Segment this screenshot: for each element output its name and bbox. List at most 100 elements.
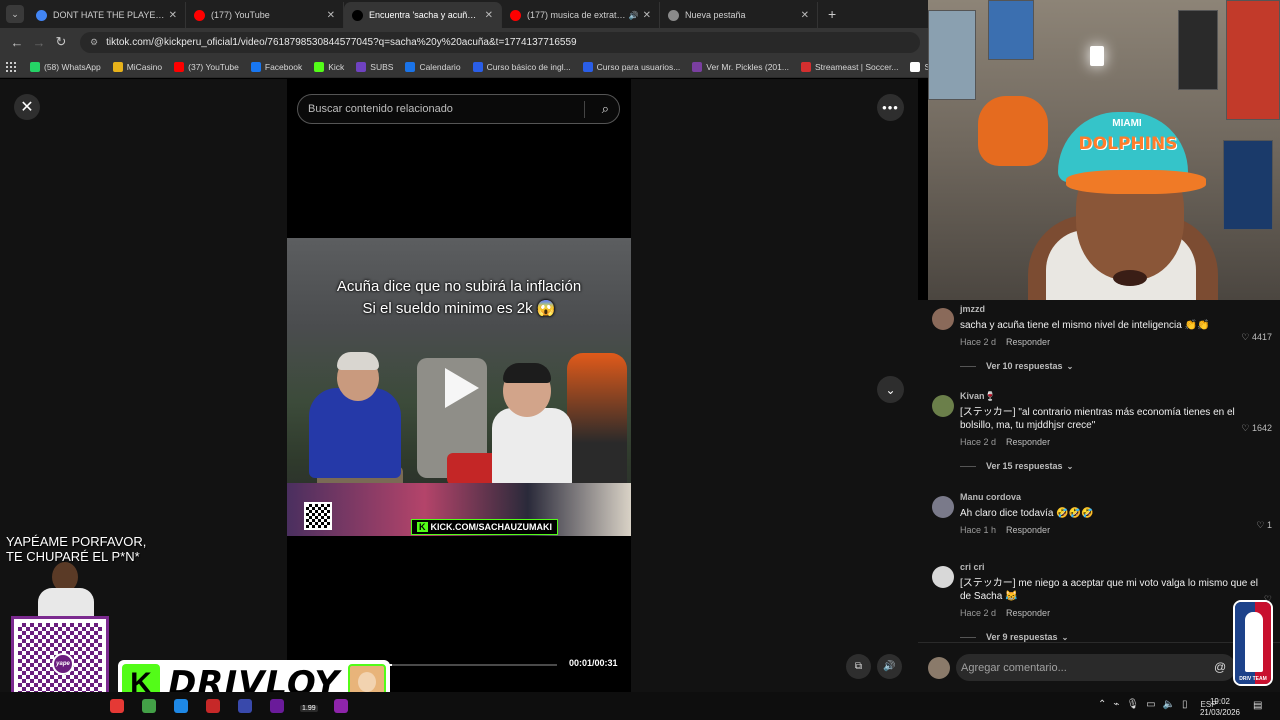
- taskbar-app-icon[interactable]: [334, 699, 348, 713]
- tab-audio-icon[interactable]: 🔊: [629, 11, 639, 20]
- bookmark-item[interactable]: Curso básico de ingl...: [472, 61, 571, 72]
- man-left-hair: [337, 352, 379, 370]
- comment-text: sacha y acuña tiene el mismo nivel de in…: [960, 320, 1210, 331]
- taskbar: [0, 692, 1280, 720]
- progress-bar[interactable]: [387, 664, 557, 666]
- site-info-icon[interactable]: ⚙: [90, 37, 98, 48]
- taskbar-app-icon[interactable]: [110, 699, 124, 713]
- reload-button[interactable]: ↻: [50, 34, 72, 50]
- comment-username[interactable]: jmzzd: [960, 304, 1270, 317]
- comment-avatar[interactable]: [932, 566, 954, 588]
- reply-button[interactable]: Responder: [1006, 337, 1050, 347]
- bookmark-item[interactable]: SUBS: [356, 61, 393, 72]
- view-replies-button[interactable]: Ver 15 respuestas ⌄: [960, 461, 1270, 471]
- bookmark-item[interactable]: (37) YouTube: [174, 61, 239, 72]
- new-tab-button[interactable]: +: [828, 6, 836, 22]
- bookmark-item[interactable]: Streameast | Soccer...: [800, 61, 898, 72]
- apps-grid-icon[interactable]: [6, 61, 16, 72]
- next-video-button[interactable]: ⌄: [877, 376, 904, 403]
- comment-avatar[interactable]: [932, 395, 954, 417]
- taskbar-app-icon[interactable]: [270, 699, 284, 713]
- related-search-input[interactable]: Buscar contenido relacionado ⌕: [297, 94, 620, 124]
- video-player[interactable]: Acuña dice que no subirá la inflación Si…: [287, 238, 631, 536]
- comment-text: Ah claro dice todavía 🤣🤣🤣: [960, 508, 1094, 519]
- view-replies-label: Ver 9 respuestas: [986, 632, 1058, 642]
- picture-in-picture-button[interactable]: ⧉: [846, 654, 871, 679]
- bookmark-item[interactable]: Ver Mr. Pickles (201...: [692, 61, 789, 72]
- tab-close-icon[interactable]: ✕: [327, 10, 335, 21]
- taskbar-app-icon[interactable]: [174, 699, 188, 713]
- tray-chevron-icon[interactable]: ⌃: [1098, 699, 1106, 710]
- bookmark-item[interactable]: (58) WhatsApp: [30, 61, 101, 72]
- notification-icon[interactable]: ▤: [1253, 700, 1262, 711]
- close-video-button[interactable]: ✕: [14, 94, 40, 120]
- video-caption-line1: Acuña dice que no subirá la inflación: [336, 278, 582, 295]
- subs-icon: [356, 61, 367, 72]
- video-qr-code: [304, 502, 332, 530]
- mic-icon[interactable]: 🎙: [1126, 699, 1139, 710]
- like-button[interactable]: ♡ 1: [1256, 520, 1272, 531]
- play-icon[interactable]: [445, 368, 479, 408]
- comment-input[interactable]: Agregar comentario...: [956, 654, 1236, 681]
- browser-tab[interactable]: DONT HATE THE PLAYER - Busc ✕: [28, 2, 186, 28]
- heart-icon: ♡: [1241, 332, 1252, 342]
- bookmark-item[interactable]: Kick: [314, 61, 344, 72]
- speaker-icon[interactable]: 🔈: [1163, 699, 1175, 710]
- comment-meta: Hace 1 h Responder: [960, 525, 1270, 535]
- comment-body: jmzzd sacha y acuña tiene el mismo nivel …: [960, 304, 1270, 371]
- stream-icon: [800, 61, 811, 72]
- view-replies-button[interactable]: Ver 10 respuestas ⌄: [960, 361, 1270, 371]
- tab-search-button[interactable]: ⌄: [6, 5, 24, 23]
- taskbar-app-icon[interactable]: [142, 699, 156, 713]
- ceiling-light: [1090, 46, 1104, 66]
- taskbar-app-icon[interactable]: [238, 699, 252, 713]
- forward-button[interactable]: →: [28, 35, 50, 50]
- kick-tag-text: KICK.COM/SACHAUZUMAKI: [430, 522, 553, 532]
- wifi-icon[interactable]: ▭: [1146, 699, 1155, 710]
- comment-body: Manu cordova Ah claro dice todavía 🤣🤣🤣 Hac…: [960, 492, 1270, 535]
- system-clock[interactable]: 19:02 21/03/2026: [1198, 696, 1242, 718]
- taskbar-app-icon[interactable]: [206, 699, 220, 713]
- browser-tab[interactable]: (177) musica de extraterres🔊 ✕: [502, 2, 660, 28]
- bookmark-item[interactable]: Facebook: [250, 61, 302, 72]
- bookmark-label: Calendario: [419, 61, 461, 72]
- bookmark-label: Ver Mr. Pickles (201...: [706, 61, 789, 72]
- tab-close-icon[interactable]: ✕: [485, 10, 493, 21]
- user-avatar: [928, 657, 950, 679]
- more-options-button[interactable]: •••: [877, 94, 904, 121]
- comment-meta: Hace 2 d Responder: [960, 437, 1270, 447]
- like-count: 1642: [1251, 423, 1272, 433]
- network-icon[interactable]: ⌁: [1113, 699, 1119, 710]
- comment-time: Hace 2 d: [960, 437, 997, 447]
- tab-title: (177) musica de extraterres: [527, 10, 626, 20]
- bookmark-item[interactable]: MiCasino: [112, 61, 162, 72]
- volume-button[interactable]: 🔊: [877, 654, 902, 679]
- address-bar[interactable]: ⚙ tiktok.com/@kickperu_oficial1/video/76…: [80, 31, 920, 53]
- mention-icon[interactable]: @: [1214, 660, 1226, 674]
- comment-username[interactable]: cri cri: [960, 562, 1270, 575]
- tab-title: DONT HATE THE PLAYER - Busc: [53, 10, 165, 20]
- battery-icon[interactable]: ▯: [1182, 699, 1188, 710]
- comment-username[interactable]: Manu cordova: [960, 492, 1270, 505]
- comment-username[interactable]: Kivan🍷: [960, 391, 1270, 404]
- view-replies-button[interactable]: Ver 9 respuestas ⌄: [960, 632, 1270, 642]
- browser-tab[interactable]: (177) YouTube ✕: [186, 2, 344, 28]
- reply-button[interactable]: Responder: [1006, 608, 1050, 618]
- tab-close-icon[interactable]: ✕: [801, 10, 809, 21]
- like-button[interactable]: ♡ 4417: [1241, 332, 1272, 343]
- browser-tab[interactable]: Encuentra 'sacha y acuña' en Ti ✕: [344, 2, 502, 28]
- reply-button[interactable]: Responder: [1006, 437, 1050, 447]
- search-icon[interactable]: ⌕: [602, 101, 609, 117]
- bookmark-item[interactable]: ShareDrop: [910, 61, 928, 72]
- tab-close-icon[interactable]: ✕: [169, 10, 177, 21]
- reply-button[interactable]: Responder: [1006, 525, 1050, 535]
- tab-close-icon[interactable]: ✕: [643, 10, 651, 21]
- back-button[interactable]: ←: [6, 35, 28, 50]
- comment-avatar[interactable]: [932, 496, 954, 518]
- browser-tab[interactable]: Nueva pestaña ✕: [660, 2, 818, 28]
- comment-avatar[interactable]: [932, 308, 954, 330]
- bookmark-item[interactable]: Curso para usuarios...: [582, 61, 680, 72]
- clock-date: 21/03/2026: [1199, 708, 1241, 717]
- bookmark-item[interactable]: Calendario: [405, 61, 461, 72]
- like-button[interactable]: ♡ 1642: [1241, 423, 1272, 434]
